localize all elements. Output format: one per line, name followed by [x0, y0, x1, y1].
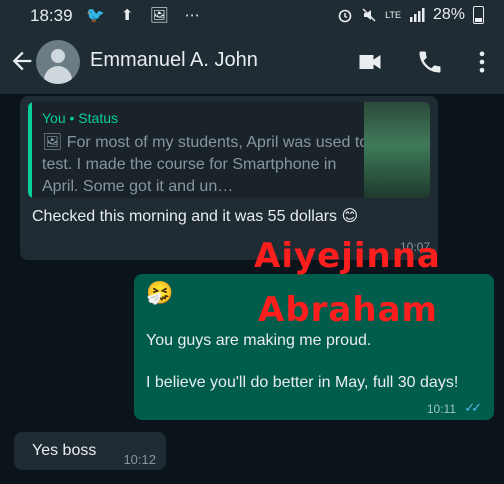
overlay-name-line-1: Aiyejinna [254, 236, 441, 276]
status-right-icons: LTE 28% [337, 6, 484, 24]
contact-avatar[interactable] [36, 40, 80, 84]
quote-accent-bar [28, 102, 32, 198]
message-line-1: You guys are making me proud. [146, 332, 372, 349]
more-options-icon[interactable] [468, 48, 496, 76]
alarm-icon [338, 9, 352, 23]
incoming-message-bubble[interactable]: Yes boss 10:12 [14, 432, 166, 470]
overlay-name-line-2: Abraham [258, 290, 438, 330]
battery-percent: 28% [432, 6, 465, 23]
battery-icon [473, 6, 484, 24]
voice-call-icon[interactable] [416, 48, 444, 76]
chat-header: Emmanuel A. John [0, 30, 504, 94]
status-bar: 18:39 🐦 ⬆ 🖼 ⋯ LTE 28% [0, 0, 504, 30]
quote-author: You • Status [42, 110, 118, 126]
read-receipt-icon: ✓✓ [464, 400, 482, 415]
contact-name[interactable]: Emmanuel A. John [90, 49, 258, 72]
message-text: Yes boss [32, 442, 97, 459]
chat-area[interactable]: You • Status 🖼 For most of my students, … [0, 94, 504, 484]
sneezing-face-emoji: 🤧 [146, 280, 174, 305]
network-type: LTE [385, 9, 401, 20]
message-line-2: I believe you'll do better in May, full … [146, 374, 459, 391]
status-time: 18:39 [30, 6, 73, 25]
message-text: Checked this morning and it was 55 dolla… [32, 208, 359, 225]
mute-icon [362, 8, 376, 22]
notification-icons: 🐦 ⬆ 🖼 ⋯ [86, 7, 206, 24]
status-thumbnail [364, 102, 430, 198]
message-time: 10:12 [123, 452, 156, 467]
back-arrow-icon[interactable] [8, 47, 36, 75]
whatsapp-chat-screen: 18:39 🐦 ⬆ 🖼 ⋯ LTE 28% Emmanuel A. John Y… [0, 0, 504, 484]
avatar-body-shape [44, 66, 72, 84]
avatar-head-shape [51, 49, 65, 63]
message-time: 10:11 [426, 402, 456, 416]
video-call-icon[interactable] [356, 48, 384, 76]
quoted-status[interactable]: You • Status 🖼 For most of my students, … [28, 102, 430, 198]
quote-text: 🖼 For most of my students, April was use… [42, 134, 369, 195]
signal-icon [409, 8, 425, 22]
